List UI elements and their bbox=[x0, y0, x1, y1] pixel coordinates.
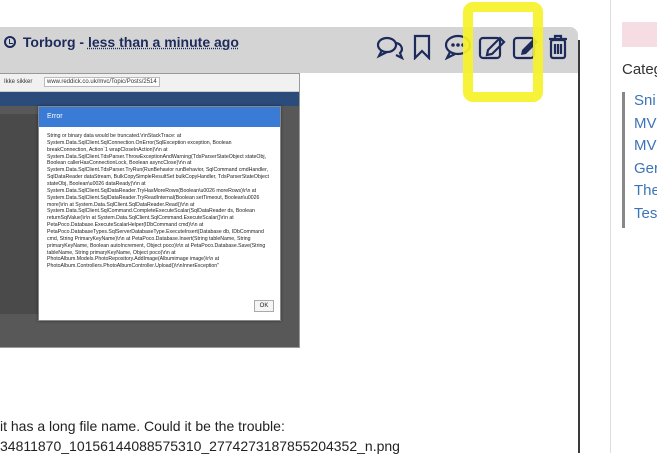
sidebar-divider bbox=[610, 0, 611, 453]
post-body: it has a long file name. Could it be the… bbox=[0, 416, 400, 456]
sidebar-category-list: Sni MV MV Ger The Tes bbox=[622, 92, 657, 228]
clock-icon bbox=[4, 36, 16, 48]
browser-bar: Ikke sikker www.reddick.co.uk/mvc/Topic/… bbox=[0, 74, 299, 92]
browser-tab: Ikke sikker bbox=[4, 79, 33, 85]
post-filename: 34811870_10156144088575310_2774273187855… bbox=[0, 438, 400, 454]
error-modal-body: String or binary data would be truncated… bbox=[47, 133, 269, 270]
sidebar-categories-title: Categ bbox=[622, 61, 657, 78]
post-time[interactable]: less than a minute ago bbox=[88, 34, 239, 50]
browser-url: www.reddick.co.uk/mvc/Topic/Posts/2514 bbox=[44, 77, 160, 87]
meta-separator: - bbox=[79, 34, 85, 50]
sidebar-category-item[interactable]: Sni bbox=[622, 92, 657, 115]
sidebar-category-item[interactable]: MV bbox=[622, 114, 657, 138]
modal-ok-button: OK bbox=[254, 300, 274, 312]
sidebar-category-item[interactable]: Tes bbox=[622, 204, 657, 228]
sidebar-banner bbox=[622, 22, 657, 47]
site-nav bbox=[0, 92, 299, 106]
sidebar-category-item[interactable]: Ger bbox=[622, 159, 657, 183]
delete-icon[interactable] bbox=[546, 34, 574, 60]
author-name[interactable]: Torborg bbox=[23, 34, 76, 50]
post-text-line: it has a long file name. Could it be the… bbox=[0, 418, 285, 434]
sidebar-category-item[interactable]: The bbox=[622, 182, 657, 205]
site-left-strip bbox=[0, 114, 38, 314]
post-meta: Torborg - less than a minute ago bbox=[4, 34, 239, 50]
post-column: Torborg - less than a minute ago Ikke si… bbox=[0, 0, 580, 456]
highlight-annotation bbox=[463, 2, 543, 102]
error-modal-title: Error bbox=[39, 107, 280, 127]
bookmark-icon[interactable] bbox=[410, 34, 438, 61]
error-modal: Error String or binary data would be tru… bbox=[38, 106, 281, 321]
attached-screenshot[interactable]: Ikke sikker www.reddick.co.uk/mvc/Topic/… bbox=[0, 73, 300, 348]
reply-icon[interactable] bbox=[376, 34, 405, 61]
sidebar-category-item[interactable]: MV bbox=[622, 137, 657, 160]
